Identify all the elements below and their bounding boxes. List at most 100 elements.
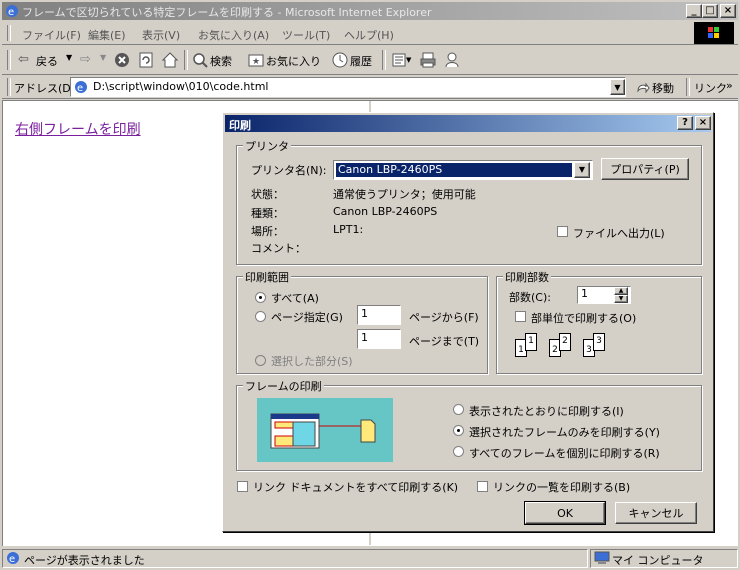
copies-count-label: 部数(C): xyxy=(509,291,551,304)
copies-legend: 印刷部数 xyxy=(503,269,551,285)
properties-button[interactable]: プロパティ(P) xyxy=(601,158,689,180)
back-arrow-icon[interactable]: ⇦ xyxy=(18,52,29,67)
range-all-radio[interactable] xyxy=(255,292,266,303)
print-dialog: 印刷 ? × プリンタ プリンタ名(N): Canon LBP-2460PS ▼… xyxy=(222,112,714,532)
frames-legend: フレームの印刷 xyxy=(243,378,324,394)
copies-count-input[interactable]: 1 ▲ ▼ xyxy=(577,286,631,304)
range-selection-radio[interactable] xyxy=(255,355,266,366)
standard-toolbar: ⇦ 戻る ▼ ⇨ ▼ 検索 ★ お気に入り 履歴 ▼ xyxy=(2,46,738,75)
collate-illustration: 1 1 2 2 3 3 xyxy=(515,333,625,361)
stop-icon[interactable] xyxy=(114,52,130,71)
address-input[interactable]: e D:\script\window\010\code.html xyxy=(70,77,626,97)
print-right-frame-link[interactable]: 右側フレームを印刷 xyxy=(15,119,141,139)
forward-icon[interactable]: ⇨ xyxy=(80,52,91,67)
menu-edit[interactable]: 編集(E) xyxy=(88,27,126,43)
back-button[interactable]: 戻る xyxy=(36,53,58,69)
messenger-icon[interactable] xyxy=(444,52,460,71)
copies-up-button[interactable]: ▲ xyxy=(614,287,628,295)
zone-text: マイ コンピュータ xyxy=(612,554,704,567)
printer-name-label: プリンタ名(N): xyxy=(251,164,327,177)
copies-group: 印刷部数 部数(C): 1 ▲ ▼ 部単位で印刷する(O) 1 1 2 2 3 … xyxy=(496,269,702,374)
print-to-file-label[interactable]: ファイルへ出力(L) xyxy=(573,225,665,241)
window-title: フレームで区切られている特定フレームを印刷する - Microsoft Inte… xyxy=(22,6,432,19)
from-page-input[interactable]: 1 xyxy=(357,305,401,325)
comment-label: コメント： xyxy=(251,242,306,255)
home-icon[interactable] xyxy=(161,52,179,71)
address-label: アドレス(D) xyxy=(14,82,76,95)
dialog-close-button[interactable]: × xyxy=(695,116,711,130)
range-all-label[interactable]: すべて(A) xyxy=(271,290,319,306)
range-pages-radio[interactable] xyxy=(255,311,266,322)
menu-view[interactable]: 表示(V) xyxy=(142,27,180,43)
frames-as-laid-out-label[interactable]: 表示されたとおりに印刷する(I) xyxy=(469,403,624,419)
frames-selected-radio[interactable] xyxy=(453,425,464,436)
frame-preview-image xyxy=(257,398,393,462)
history-button[interactable]: 履歴 xyxy=(350,53,372,69)
history-icon[interactable] xyxy=(332,52,348,71)
frames-each-radio[interactable] xyxy=(453,446,464,457)
mail-icon[interactable]: ▼ xyxy=(392,52,412,71)
print-icon[interactable] xyxy=(420,52,436,71)
frames-selected-label[interactable]: 選択されたフレームのみを印刷する(Y) xyxy=(469,424,660,440)
refresh-icon[interactable] xyxy=(138,52,154,71)
collate-page: 1 xyxy=(525,333,537,351)
links-chevron-icon[interactable]: » xyxy=(726,79,733,92)
windows-logo xyxy=(694,22,734,44)
page-icon: e xyxy=(74,80,88,99)
range-selection-label[interactable]: 選択した部分(S) xyxy=(271,353,353,369)
collate-label[interactable]: 部単位で印刷する(O) xyxy=(531,310,636,326)
collate-checkbox[interactable] xyxy=(515,311,526,322)
range-legend: 印刷範囲 xyxy=(243,269,291,285)
svg-text:e: e xyxy=(8,7,14,18)
cancel-button[interactable]: キャンセル xyxy=(615,502,697,524)
menu-favorites[interactable]: お気に入り(A) xyxy=(198,27,269,43)
printer-select[interactable]: Canon LBP-2460PS ▼ xyxy=(333,160,593,180)
print-link-table-checkbox[interactable] xyxy=(477,481,488,492)
ok-button[interactable]: OK xyxy=(524,501,606,525)
favorites-icon[interactable]: ★ xyxy=(248,52,264,71)
favorites-button[interactable]: お気に入り xyxy=(266,53,321,69)
my-computer-icon xyxy=(594,551,610,568)
status-label: 状態： xyxy=(251,188,284,201)
print-links-label[interactable]: リンク ドキュメントをすべて印刷する(K) xyxy=(253,479,458,495)
window-titlebar: e フレームで区切られている特定フレームを印刷する - Microsoft In… xyxy=(2,2,738,20)
print-links-checkbox[interactable] xyxy=(237,481,248,492)
menu-file[interactable]: ファイル(F) xyxy=(22,27,81,43)
page-done-icon: e xyxy=(6,551,20,568)
printer-dropdown-button[interactable]: ▼ xyxy=(574,162,590,178)
menu-bar: ファイル(F) 編集(E) 表示(V) お気に入り(A) ツール(T) ヘルプ(… xyxy=(2,22,738,45)
links-button[interactable]: リンク xyxy=(694,80,727,96)
menu-help[interactable]: ヘルプ(H) xyxy=(344,27,394,43)
to-page-input[interactable]: 1 xyxy=(357,329,401,349)
svg-text:▼: ▼ xyxy=(406,56,412,64)
close-window-button[interactable]: × xyxy=(720,4,736,18)
help-button[interactable]: ? xyxy=(677,116,693,130)
range-pages-label[interactable]: ページ指定(G) xyxy=(271,309,343,325)
frames-group: フレームの印刷 表示されたとおりに印刷する(I) 選択されたフレームのみを印刷す… xyxy=(236,378,702,471)
copies-down-button[interactable]: ▼ xyxy=(614,295,628,303)
print-link-table-label[interactable]: リンクの一覧を印刷する(B) xyxy=(493,479,630,495)
go-button[interactable]: 移動 xyxy=(652,80,674,96)
back-dropdown-icon[interactable]: ▼ xyxy=(66,53,72,62)
dialog-title: 印刷 xyxy=(229,119,251,132)
type-value: Canon LBP-2460PS xyxy=(333,205,438,218)
address-dropdown-button[interactable]: ▼ xyxy=(610,79,625,95)
type-label: 種類： xyxy=(251,207,284,220)
search-icon[interactable] xyxy=(192,52,208,71)
menu-tools[interactable]: ツール(T) xyxy=(282,27,330,43)
svg-text:★: ★ xyxy=(252,57,260,67)
minimize-button[interactable]: _ xyxy=(686,4,702,18)
to-page-label: ページまで(T) xyxy=(409,335,480,348)
collate-page: 3 xyxy=(593,333,605,351)
status-bar: e ページが表示されました マイ コンピュータ xyxy=(2,548,738,568)
go-arrow-icon[interactable] xyxy=(636,80,650,97)
maximize-button[interactable]: □ xyxy=(702,4,718,18)
frames-each-label[interactable]: すべてのフレームを個別に印刷する(R) xyxy=(469,445,660,461)
search-button[interactable]: 検索 xyxy=(210,53,232,69)
where-label: 場所： xyxy=(251,225,284,238)
frames-as-laid-out-radio[interactable] xyxy=(453,404,464,415)
forward-dropdown-icon[interactable]: ▼ xyxy=(100,53,106,62)
print-to-file-checkbox[interactable] xyxy=(557,226,568,237)
from-page-label: ページから(F) xyxy=(409,311,479,324)
printer-group: プリンタ プリンタ名(N): Canon LBP-2460PS ▼ プロパティ(… xyxy=(236,138,702,265)
